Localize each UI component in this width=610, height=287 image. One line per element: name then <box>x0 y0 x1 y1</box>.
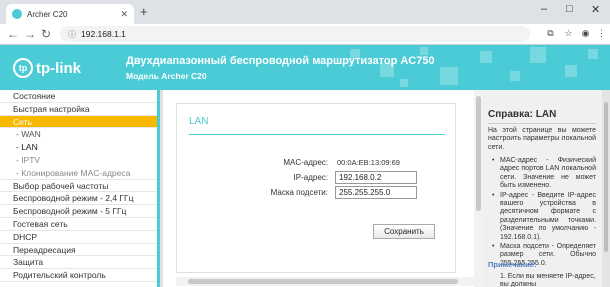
save-button[interactable]: Сохранить <box>373 224 435 239</box>
sidebar-item-parental[interactable]: Родительский контроль <box>0 269 157 282</box>
mask-row: Маска подсети: <box>177 186 457 200</box>
mask-label: Маска подсети: <box>270 188 328 197</box>
mac-row: MAC-адрес: 00:0A:EB:13:09:69 <box>177 157 457 170</box>
address-bar[interactable]: ⓘ 192.168.1.1 <box>60 26 530 42</box>
ip-address-input[interactable] <box>335 171 417 184</box>
help-note-label: Примечание: <box>488 260 537 269</box>
reload-icon[interactable]: ↻ <box>41 27 51 41</box>
browser-tab[interactable]: Archer C20 ✕ <box>6 4 134 24</box>
router-header: tp tp-link Двухдиапазонный беспроводной … <box>0 45 610 90</box>
lan-panel: LAN MAC-адрес: 00:0A:EB:13:09:69 IP-адре… <box>176 103 456 273</box>
section-divider <box>189 134 445 135</box>
tab-title: Archer C20 <box>27 9 68 19</box>
minimize-icon[interactable]: – <box>541 3 547 15</box>
subnet-mask-input[interactable] <box>335 186 417 199</box>
sidebar-item-guest[interactable]: Гостевая сеть <box>0 218 157 231</box>
forward-icon[interactable]: → <box>24 27 36 41</box>
mac-value: 00:0A:EB:13:09:69 <box>337 158 400 167</box>
sidebar-menu: Состояние Быстрая настройка Сеть - WAN -… <box>0 90 160 287</box>
tplink-logo-icon: tp <box>13 58 33 78</box>
help-panel: Справка: LAN На этой странице вы можете … <box>483 90 610 287</box>
sidebar-item-forwarding[interactable]: Переадресация <box>0 244 157 257</box>
help-title: Справка: LAN <box>488 109 557 120</box>
sidebar-item-mac-clone[interactable]: - Клонирование MAC-адреса <box>0 166 157 180</box>
back-icon[interactable]: ← <box>7 27 19 41</box>
mac-label: MAC-адрес: <box>283 158 328 167</box>
sidebar-item-network[interactable]: Сеть <box>0 115 157 129</box>
sidebar-item-status[interactable]: Состояние <box>0 90 157 103</box>
sidebar-item-wireless-5[interactable]: Беспроводной режим - 5 ГГц <box>0 205 157 218</box>
help-intro: На этой странице вы можете настроить пар… <box>488 127 596 151</box>
window-close-icon[interactable]: ✕ <box>591 3 600 16</box>
sidebar-item-wan[interactable]: - WAN <box>0 128 157 142</box>
main-scrollbar[interactable] <box>474 90 483 287</box>
sidebar-item-dhcp[interactable]: DHCP <box>0 231 157 244</box>
tplink-favicon-icon <box>12 9 22 19</box>
logo-text: tp-link <box>36 59 81 77</box>
ip-row: IP-адрес: <box>177 171 457 185</box>
close-tab-icon[interactable]: ✕ <box>120 9 128 20</box>
header-pattern-icon <box>350 47 598 87</box>
sidebar-item-security[interactable]: Защита <box>0 256 157 270</box>
help-bullet-ip: IP-адрес - Введите IP-адрес вашего устро… <box>488 192 596 242</box>
tplink-logo: tp tp-link <box>13 58 81 78</box>
sidebar-item-iptv[interactable]: - IPTV <box>0 153 157 167</box>
browser-tab-bar: Archer C20 ✕ + – □ ✕ <box>0 0 610 24</box>
profile-icon[interactable]: ◉ <box>580 28 591 39</box>
horizontal-scrollbar[interactable] <box>176 277 474 286</box>
url-text: 192.168.1.1 <box>81 29 126 39</box>
info-icon[interactable]: ⓘ <box>68 29 76 40</box>
help-divider <box>488 123 596 124</box>
sidebar-item-wireless-24[interactable]: Беспроводной режим - 2,4 ГГц <box>0 192 157 206</box>
help-list: MAC-адрес - Физический адрес портов LAN … <box>488 157 596 269</box>
maximize-icon[interactable]: □ <box>566 3 573 15</box>
main-content: LAN MAC-адрес: 00:0A:EB:13:09:69 IP-адре… <box>163 90 483 287</box>
help-note-item: 1. Если вы меняете IP-адрес, вы должны <box>500 273 596 287</box>
sidebar-item-frequency[interactable]: Выбор рабочей частоты <box>0 180 157 193</box>
sidebar-item-lan[interactable]: - LAN <box>0 141 157 154</box>
help-scrollbar[interactable] <box>602 90 610 287</box>
bookmark-star-icon[interactable]: ☆ <box>563 28 574 39</box>
sidebar-item-quick-setup[interactable]: Быстрая настройка <box>0 103 157 116</box>
help-bullet-mac: MAC-адрес - Физический адрес портов LAN … <box>488 157 596 191</box>
section-title: LAN <box>189 116 209 127</box>
new-tab-button[interactable]: + <box>140 5 148 19</box>
router-model: Модель Archer C20 <box>126 71 207 81</box>
router-title: Двухдиапазонный беспроводной маршрутизат… <box>126 55 435 67</box>
browser-toolbar: ← → ↻ ⓘ 192.168.1.1 ⧉ ☆ ◉ ⋮ <box>0 24 610 45</box>
ip-label: IP-адрес: <box>293 173 328 182</box>
translate-icon[interactable]: ⧉ <box>545 28 556 39</box>
menu-icon[interactable]: ⋮ <box>596 28 607 39</box>
